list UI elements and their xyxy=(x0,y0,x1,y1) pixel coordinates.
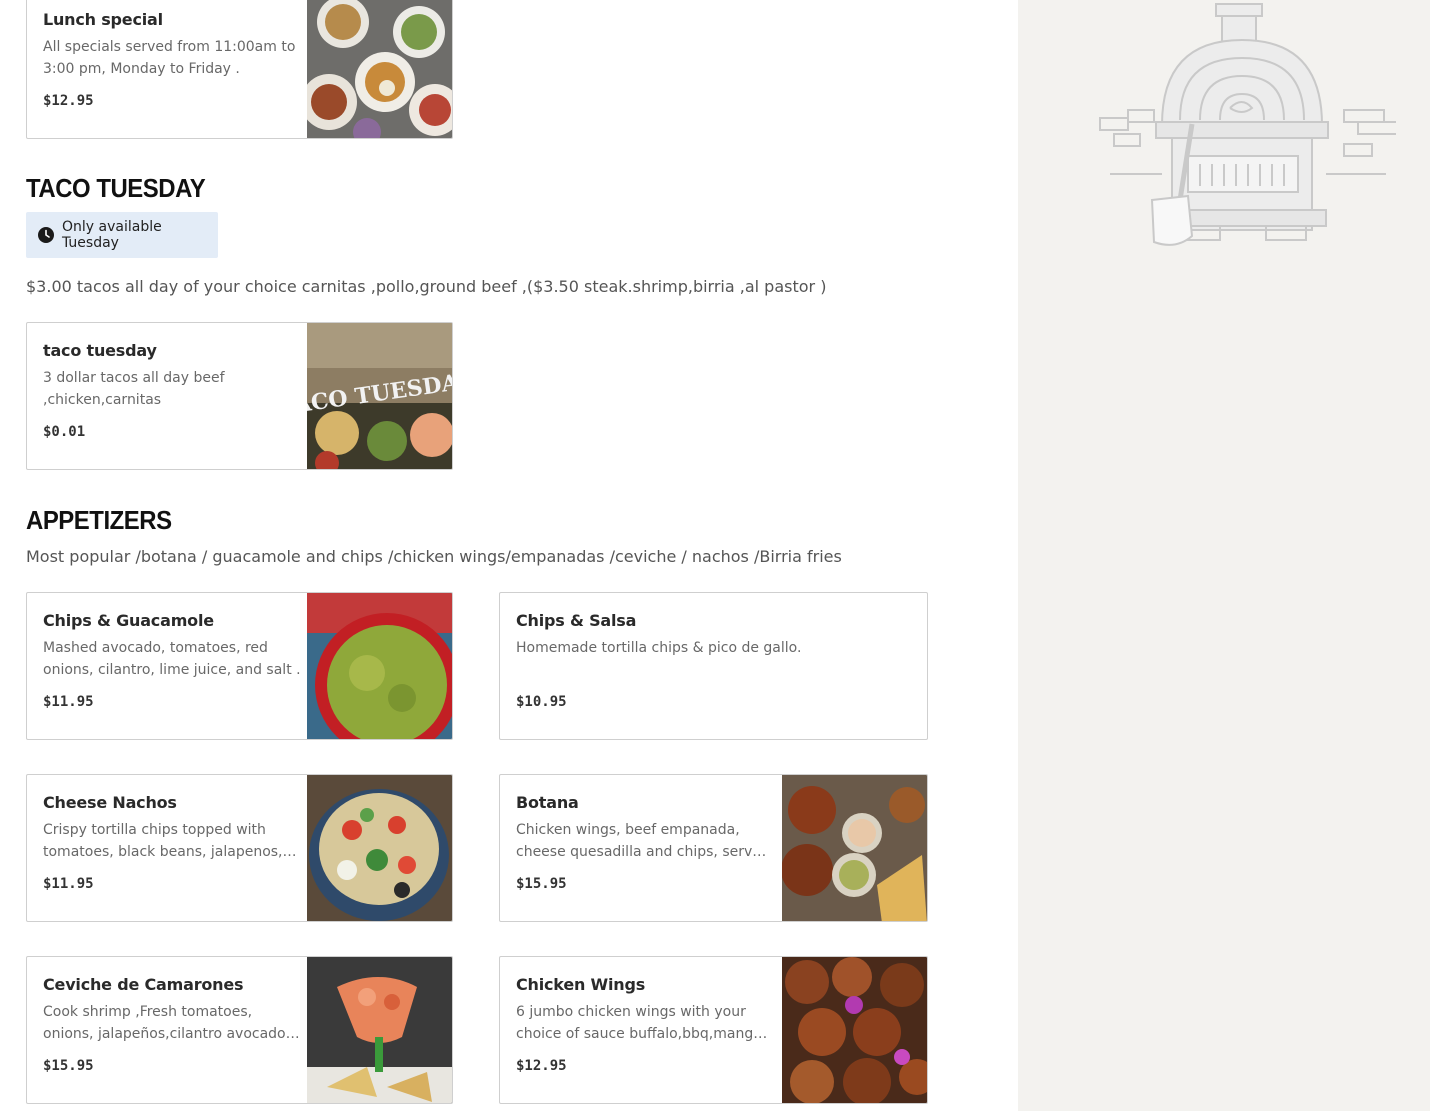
item-price: $11.95 xyxy=(43,876,94,892)
badge-text: Only available Tuesday xyxy=(62,219,162,251)
item-description: 3 dollar tacos all day beef ,chicken,car… xyxy=(43,370,225,408)
item-description: Cook shrimp ,Fresh tomatoes, onions, jal… xyxy=(43,1004,286,1042)
item-price: $15.95 xyxy=(43,1058,94,1074)
menu-item-card[interactable]: taco tuesday 3 dollar tacos all day beef… xyxy=(26,322,453,470)
item-name: Chips & Guacamole xyxy=(43,611,214,630)
menu-main: Lunch special All specials served from 1… xyxy=(0,0,1018,1111)
item-name: Chicken Wings xyxy=(516,975,646,994)
menu-item-card[interactable]: Chicken Wings 6 jumbo chicken wings with… xyxy=(499,956,928,1104)
clock-icon xyxy=(38,227,54,243)
item-name: Chips & Salsa xyxy=(516,611,637,630)
menu-item-card[interactable]: Cheese Nachos Crispy tortilla chips topp… xyxy=(26,774,453,922)
item-price: $12.95 xyxy=(43,93,94,109)
item-photo xyxy=(782,957,927,1103)
menu-item-card[interactable]: Lunch special All specials served from 1… xyxy=(26,0,453,139)
menu-item-card[interactable]: Chips & Salsa Homemade tortilla chips & … xyxy=(499,592,928,740)
item-photo xyxy=(307,0,452,138)
section-description: $3.00 tacos all day of your choice carni… xyxy=(26,277,827,296)
item-description: Chicken wings, beef empanada, cheese que… xyxy=(516,822,770,860)
section-title-appetizers: APPETIZERS xyxy=(26,505,172,535)
item-name: taco tuesday xyxy=(43,341,157,360)
menu-item-card[interactable]: Chips & Guacamole Mashed avocado, tomato… xyxy=(26,592,453,740)
item-photo xyxy=(307,593,452,739)
item-name: Lunch special xyxy=(43,10,163,29)
item-name: Ceviche de Camarones xyxy=(43,975,244,994)
item-photo xyxy=(307,957,452,1103)
item-price: $11.95 xyxy=(43,694,94,710)
item-price: $0.01 xyxy=(43,424,86,440)
availability-badge: Only available Tuesday xyxy=(26,212,218,258)
item-description: Homemade tortilla chips & pico de gallo. xyxy=(516,640,802,656)
item-description: Mashed avocado, tomatoes, red onions, ci… xyxy=(43,640,301,678)
menu-item-card[interactable]: Ceviche de Camarones Cook shrimp ,Fresh … xyxy=(26,956,453,1104)
section-description: Most popular /botana / guacamole and chi… xyxy=(26,547,842,566)
item-description: All specials served from 11:00am to 3:00… xyxy=(43,39,296,77)
item-price: $12.95 xyxy=(516,1058,567,1074)
item-photo: TACO TUESDAY xyxy=(307,323,452,469)
item-description: Crispy tortilla chips topped with tomato… xyxy=(43,822,283,860)
section-title-taco-tuesday: TACO TUESDAY xyxy=(26,173,206,203)
item-price: $10.95 xyxy=(516,694,567,710)
item-name: Cheese Nachos xyxy=(43,793,177,812)
item-price: $15.95 xyxy=(516,876,567,892)
item-photo xyxy=(307,775,452,921)
item-name: Botana xyxy=(516,793,579,812)
item-description: 6 jumbo chicken wings with your choice o… xyxy=(516,1004,762,1042)
sidebar xyxy=(1018,0,1430,1111)
item-photo xyxy=(782,775,927,921)
menu-item-card[interactable]: Botana Chicken wings, beef empanada, che… xyxy=(499,774,928,922)
pizza-oven-illustration xyxy=(1096,0,1399,255)
